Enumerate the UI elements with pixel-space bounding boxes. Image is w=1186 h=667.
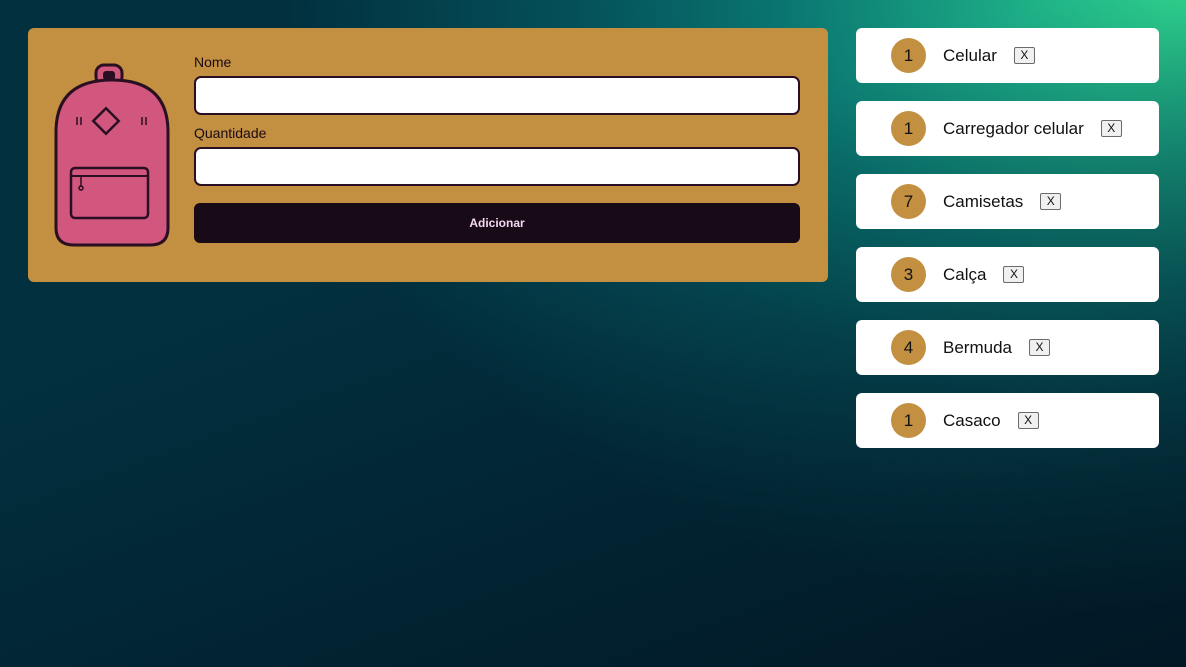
list-item: 4 Bermuda X	[856, 320, 1159, 375]
quantity-badge: 1	[891, 403, 926, 438]
name-input[interactable]	[194, 76, 800, 115]
quantity-badge: 1	[891, 111, 926, 146]
remove-button[interactable]: X	[1100, 120, 1122, 137]
remove-button[interactable]: X	[1040, 193, 1062, 210]
quantity-badge: 7	[891, 184, 926, 219]
remove-button[interactable]: X	[1013, 47, 1035, 64]
item-name: Celular	[943, 45, 997, 65]
list-item: 1 Carregador celular X	[856, 101, 1159, 156]
item-name: Calça	[943, 264, 987, 284]
remove-button[interactable]: X	[1028, 339, 1050, 356]
quantity-badge: 1	[891, 38, 926, 73]
name-label: Nome	[194, 54, 232, 70]
remove-button[interactable]: X	[1003, 266, 1025, 283]
item-name: Camisetas	[943, 191, 1024, 211]
add-item-form: Nome Quantidade Adicionar	[28, 28, 828, 282]
quantity-badge: 3	[891, 257, 926, 292]
quantity-input[interactable]	[194, 147, 800, 186]
item-list: 1 Celular X 1 Carregador celular X 7 Cam…	[856, 28, 1159, 466]
remove-button[interactable]: X	[1017, 412, 1039, 429]
item-name: Carregador celular	[943, 118, 1084, 138]
item-name: Casaco	[943, 410, 1001, 430]
add-button[interactable]: Adicionar	[194, 203, 800, 243]
item-name: Bermuda	[943, 337, 1012, 357]
quantity-badge: 4	[891, 330, 926, 365]
backpack-icon	[54, 63, 170, 247]
list-item: 1 Celular X	[856, 28, 1159, 83]
quantity-label: Quantidade	[194, 125, 267, 141]
list-item: 3 Calça X	[856, 247, 1159, 302]
list-item: 7 Camisetas X	[856, 174, 1159, 229]
list-item: 1 Casaco X	[856, 393, 1159, 448]
